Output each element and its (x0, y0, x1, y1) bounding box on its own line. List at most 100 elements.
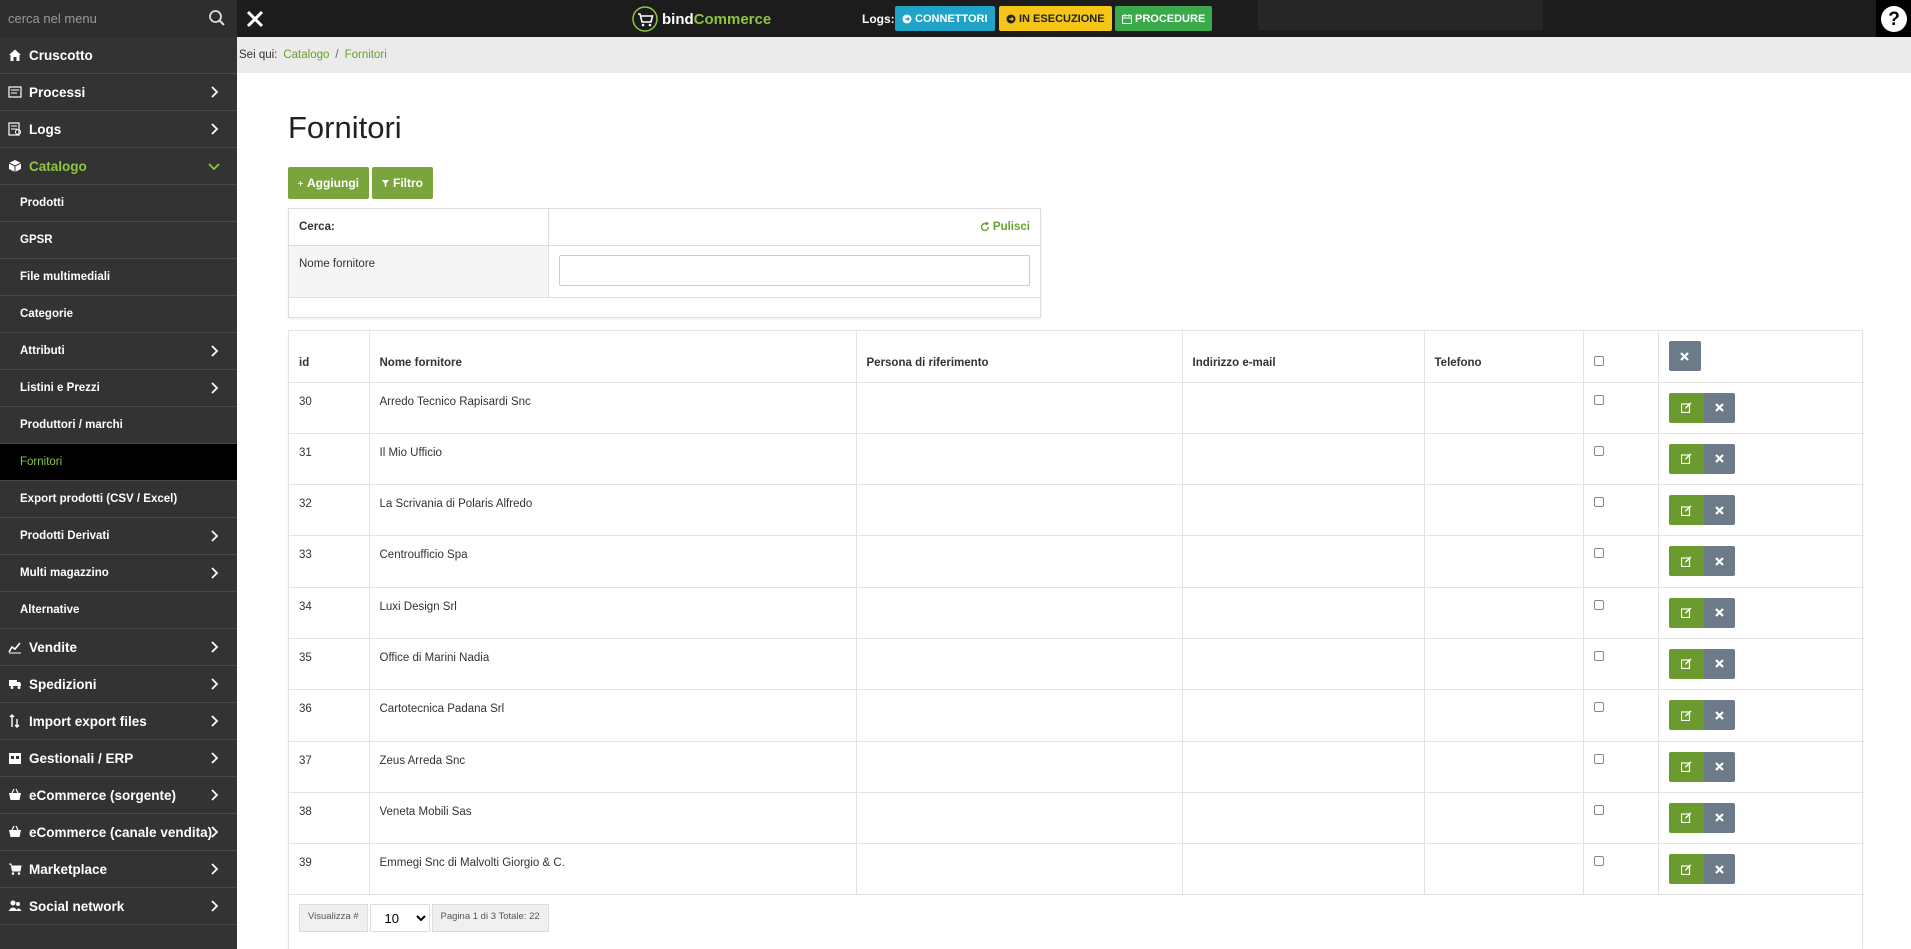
connettori-button[interactable]: CONNETTORI (895, 6, 995, 31)
close-icon (1714, 557, 1724, 566)
breadcrumb-fornitori[interactable]: Fornitori (345, 49, 387, 61)
sidebar-item-ecommerce-sorgente[interactable]: eCommerce (sorgente) (0, 777, 237, 814)
cell-select (1583, 382, 1659, 434)
edit-button[interactable] (1668, 392, 1704, 423)
logo-text: bindCommerce (662, 10, 772, 28)
row-checkbox[interactable] (1593, 753, 1604, 764)
supplier-name-input[interactable] (559, 255, 1030, 286)
delete-button[interactable] (1703, 802, 1735, 833)
sidebar-item-vendite[interactable]: Vendite (0, 629, 237, 666)
search-icon[interactable] (208, 9, 228, 29)
select-all-checkbox[interactable] (1593, 356, 1604, 366)
add-button[interactable]: Aggiungi (288, 167, 369, 199)
row-checkbox[interactable] (1593, 702, 1604, 713)
cell-contact (856, 689, 1183, 742)
delete-button[interactable] (1703, 546, 1735, 577)
cell-name: Veneta Mobili Sas (369, 792, 857, 845)
sidebar-item-cruscotto[interactable]: Cruscotto (0, 37, 237, 74)
edit-icon (1680, 453, 1691, 465)
row-checkbox[interactable] (1593, 650, 1604, 661)
column-header-contact[interactable]: Persona di riferimento (856, 331, 1183, 383)
edit-button[interactable] (1668, 854, 1704, 885)
sidebar-subitem-prodotti-derivati[interactable]: Prodotti Derivati (0, 518, 237, 555)
edit-icon (1680, 556, 1691, 567)
row-actions (1668, 597, 1735, 628)
in-esecuzione-button[interactable]: IN ESECUZIONE (999, 6, 1112, 31)
row-actions (1668, 648, 1735, 679)
menu-search-input[interactable] (8, 8, 198, 28)
edit-button[interactable] (1668, 751, 1704, 782)
sidebar-subitem-multi-magazzino[interactable]: Multi magazzino (0, 555, 237, 592)
sidebar-subitem-prodotti[interactable]: Prodotti (0, 185, 237, 222)
table-row: 32 La Scrivania di Polaris Alfredo (289, 484, 1864, 537)
sidebar-subitem-listini-prezzi[interactable]: Listini e Prezzi (0, 370, 237, 407)
sidebar-item-marketplace[interactable]: Marketplace (0, 851, 237, 888)
edit-button[interactable] (1668, 443, 1704, 474)
calendar-icon (8, 751, 22, 765)
column-header-name[interactable]: Nome fornitore (369, 331, 857, 383)
cell-email (1182, 792, 1425, 845)
delete-button[interactable] (1703, 443, 1735, 474)
sidebar-subitem-alternative[interactable]: Alternative (0, 592, 237, 629)
sidebar-item-catalogo[interactable]: Catalogo (0, 148, 237, 185)
delete-button[interactable] (1703, 597, 1735, 628)
sidebar-item-processi[interactable]: Processi (0, 74, 237, 111)
chevron-right-icon (211, 715, 219, 727)
sidebar-item-import-export[interactable]: Import export files (0, 703, 237, 740)
sidebar-item-social[interactable]: Social network (0, 888, 237, 925)
edit-button[interactable] (1668, 648, 1704, 679)
delete-button[interactable] (1703, 854, 1735, 885)
cell-name: Emmegi Snc di Malvolti Giorgio & C. (369, 843, 857, 896)
sidebar-subitem-fornitori[interactable]: Fornitori (0, 444, 237, 481)
sidebar-subitem-categorie[interactable]: Categorie (0, 296, 237, 333)
clear-filter-link[interactable]: Pulisci (980, 221, 1030, 233)
row-checkbox[interactable] (1593, 599, 1604, 610)
row-actions (1668, 546, 1735, 577)
page-size-select[interactable]: 10 (369, 904, 430, 932)
filter-button[interactable]: Filtro (372, 167, 433, 199)
edit-button[interactable] (1668, 700, 1704, 731)
cell-actions (1658, 484, 1864, 537)
row-checkbox[interactable] (1593, 394, 1604, 405)
close-menu-icon[interactable] (240, 4, 270, 34)
topbar-strip (1258, 0, 1543, 30)
sidebar-item-logs[interactable]: Logs (0, 111, 237, 148)
sidebar-item-spedizioni[interactable]: Spedizioni (0, 666, 237, 703)
row-checkbox[interactable] (1593, 856, 1604, 867)
delete-button[interactable] (1703, 700, 1735, 731)
help-button[interactable]: ? (1876, 0, 1911, 37)
sidebar-subitem-file-multimediali[interactable]: File multimediali (0, 259, 237, 296)
edit-button[interactable] (1668, 546, 1704, 577)
row-checkbox[interactable] (1593, 445, 1604, 456)
basket-icon (8, 788, 22, 802)
sidebar-item-ecommerce-canale[interactable]: eCommerce (canale vendita) (0, 814, 237, 851)
edit-button[interactable] (1668, 597, 1704, 628)
delete-button[interactable] (1703, 751, 1735, 782)
delete-selected-button[interactable] (1668, 341, 1701, 371)
table-row: 39 Emmegi Snc di Malvolti Giorgio & C. (289, 843, 1864, 896)
circle-arrow-icon (902, 14, 912, 23)
column-header-email[interactable]: Indirizzo e-mail (1182, 331, 1425, 383)
delete-button[interactable] (1703, 495, 1735, 526)
sidebar-subitem-produttori[interactable]: Produttori / marchi (0, 407, 237, 444)
sidebar-subitem-attributi[interactable]: Attributi (0, 333, 237, 370)
sidebar-subitem-gpsr[interactable]: GPSR (0, 222, 237, 259)
bindcommerce-logo[interactable]: bindCommerce (632, 5, 771, 33)
row-checkbox[interactable] (1593, 804, 1604, 815)
procedure-button[interactable]: PROCEDURE (1115, 6, 1213, 31)
sidebar-subitem-export-prodotti[interactable]: Export prodotti (CSV / Excel) (0, 481, 237, 518)
edit-button[interactable] (1668, 495, 1704, 526)
cell-actions (1658, 382, 1864, 434)
breadcrumb-catalogo[interactable]: Catalogo (283, 49, 329, 61)
sidebar-item-gestionali[interactable]: Gestionali / ERP (0, 740, 237, 777)
cell-contact (856, 587, 1183, 639)
row-checkbox[interactable] (1593, 497, 1604, 508)
delete-button[interactable] (1703, 648, 1735, 679)
cell-phone (1424, 484, 1584, 537)
cell-id: 31 (289, 433, 370, 486)
delete-button[interactable] (1703, 392, 1735, 423)
column-header-phone[interactable]: Telefono (1424, 331, 1584, 383)
column-header-id[interactable]: id (289, 331, 370, 383)
edit-button[interactable] (1668, 802, 1704, 833)
row-checkbox[interactable] (1593, 548, 1604, 559)
